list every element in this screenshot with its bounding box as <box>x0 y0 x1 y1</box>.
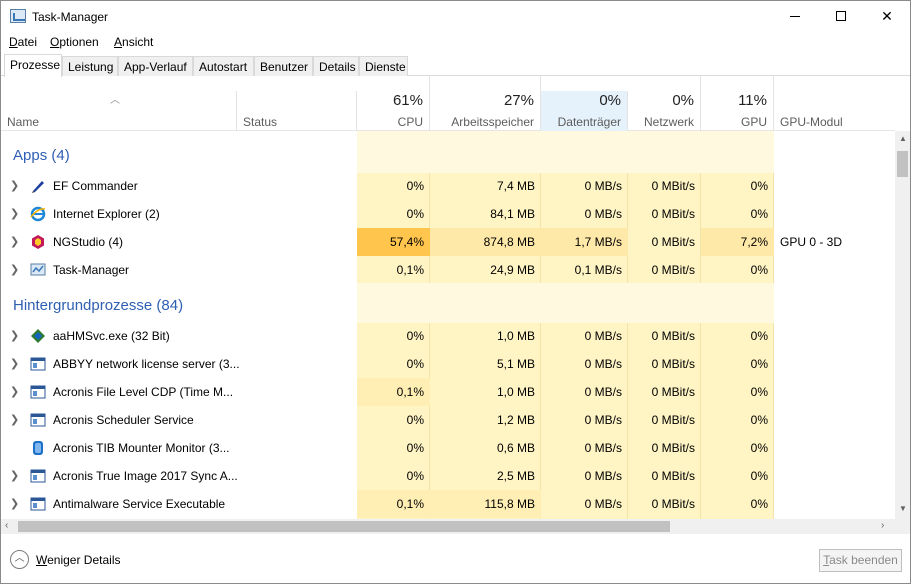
tab-benutzer[interactable]: Benutzer <box>254 56 313 76</box>
window-service-icon <box>30 469 46 483</box>
scroll-down-icon[interactable]: ▼ <box>899 504 907 513</box>
column-header-disk[interactable]: 0% Datenträger <box>541 91 628 131</box>
column-header-memory[interactable]: 27% Arbeitsspeicher <box>430 76 541 131</box>
table-row[interactable]: ❯ Acronis Scheduler Service 0% 1,2 MB 0 … <box>1 406 895 434</box>
table-row[interactable]: ❯ Acronis File Level CDP (Time M... 0,1%… <box>1 378 895 406</box>
column-header-network[interactable]: 0% Netzwerk <box>628 76 701 131</box>
vertical-scrollbar[interactable]: ▲ ▼ <box>895 131 910 519</box>
close-icon: ✕ <box>881 7 893 24</box>
window-title: Task-Manager <box>32 10 109 24</box>
task-manager-window: Task-Manager ✕ Datei Optionen Ansicht Pr… <box>0 0 911 584</box>
tab-bar: Prozesse Leistung App-Verlauf Autostart … <box>1 54 910 77</box>
chevron-right-icon[interactable]: ❯ <box>10 179 19 192</box>
chevron-right-icon[interactable]: ❯ <box>10 263 19 276</box>
tab-app-verlauf[interactable]: App-Verlauf <box>118 56 193 76</box>
acronis-disk-icon <box>33 441 43 455</box>
vertical-scroll-thumb[interactable] <box>897 151 908 177</box>
window-service-icon <box>30 497 46 511</box>
chevron-right-icon[interactable]: ❯ <box>10 497 19 510</box>
chevron-right-icon[interactable]: ❯ <box>10 207 19 220</box>
internet-explorer-icon <box>30 206 46 222</box>
table-header: ︿ Name Status 61% CPU 27% Arbeitsspeiche… <box>1 76 895 131</box>
table-row[interactable]: ❯ aaHMSvc.exe (32 Bit) 0% 1,0 MB 0 MB/s … <box>1 322 895 350</box>
scrollbar-corner <box>895 519 910 534</box>
process-table: ︿ Name Status 61% CPU 27% Arbeitsspeiche… <box>1 76 895 519</box>
horizontal-scroll-thumb[interactable] <box>18 521 670 532</box>
chevron-right-icon[interactable]: ❯ <box>10 385 19 398</box>
tab-prozesse[interactable]: Prozesse <box>4 54 62 77</box>
menu-ansicht[interactable]: Ansicht <box>114 35 153 49</box>
menu-bar: Datei Optionen Ansicht <box>1 32 910 52</box>
column-header-status[interactable]: Status <box>237 91 357 131</box>
footer: ︿ Weniger Details Task beenden <box>1 534 910 583</box>
chevron-right-icon[interactable]: ❯ <box>10 329 19 342</box>
scroll-left-icon[interactable]: ‹ <box>5 520 8 531</box>
window-service-icon <box>30 357 46 371</box>
horizontal-scrollbar[interactable]: ‹ › <box>1 519 895 534</box>
minimize-button[interactable] <box>772 1 818 31</box>
table-row[interactable]: ❯ NGStudio (4) 57,4% 874,8 MB 1,7 MB/s 0… <box>1 228 895 256</box>
group-apps[interactable]: Apps (4) <box>13 147 70 164</box>
window-service-icon <box>30 385 46 399</box>
background-group-bg <box>357 283 774 323</box>
tab-dienste[interactable]: Dienste <box>359 56 408 76</box>
chevron-up-circle-icon[interactable]: ︿ <box>10 550 29 569</box>
table-row[interactable]: Acronis TIB Mounter Monitor (3... 0% 0,6… <box>1 434 895 462</box>
tab-autostart[interactable]: Autostart <box>193 56 254 76</box>
column-header-name[interactable]: Name <box>1 91 237 131</box>
table-row[interactable]: ❯ Internet Explorer (2) 0% 84,1 MB 0 MB/… <box>1 200 895 228</box>
chevron-right-icon[interactable]: ❯ <box>10 235 19 248</box>
task-manager-app-icon <box>10 9 26 23</box>
chevron-right-icon[interactable]: ❯ <box>10 469 19 482</box>
menu-datei[interactable]: Datei <box>9 35 37 49</box>
chevron-right-icon[interactable]: ❯ <box>10 357 19 370</box>
title-bar: Task-Manager ✕ <box>1 1 910 31</box>
end-task-button[interactable]: Task beenden <box>819 549 902 572</box>
minimize-icon <box>790 15 800 17</box>
table-row[interactable]: ❯ ABBYY network license server (3... 0% … <box>1 350 895 378</box>
column-header-gpu[interactable]: 11% GPU <box>701 76 774 131</box>
chevron-right-icon[interactable]: ❯ <box>10 413 19 426</box>
apps-group-bg <box>357 131 774 173</box>
scroll-right-icon[interactable]: › <box>881 520 884 531</box>
service-diamond-icon <box>31 329 45 343</box>
tab-leistung[interactable]: Leistung <box>62 56 118 76</box>
table-row[interactable]: ❯ Task-Manager 0,1% 24,9 MB 0,1 MB/s 0 M… <box>1 256 895 284</box>
table-row[interactable]: ❯ Antimalware Service Executable 0,1% 11… <box>1 490 895 518</box>
close-button[interactable]: ✕ <box>864 1 910 31</box>
task-manager-icon <box>30 263 46 276</box>
ngstudio-icon <box>32 235 44 249</box>
fewer-details-link[interactable]: Weniger Details <box>36 553 120 567</box>
group-background[interactable]: Hintergrundprozesse (84) <box>13 297 183 314</box>
maximize-button[interactable] <box>818 1 864 31</box>
ef-commander-icon <box>32 181 44 193</box>
column-header-gpu-engine[interactable]: GPU-Modul <box>774 91 895 131</box>
window-service-icon <box>30 413 46 427</box>
tab-details[interactable]: Details <box>313 56 359 76</box>
maximize-icon <box>836 11 846 21</box>
scroll-up-icon[interactable]: ▲ <box>899 134 907 143</box>
menu-optionen[interactable]: Optionen <box>50 35 99 49</box>
table-row[interactable]: ❯ Acronis True Image 2017 Sync A... 0% 2… <box>1 462 895 490</box>
table-row[interactable]: ❯ EF Commander 0% 7,4 MB 0 MB/s 0 MBit/s… <box>1 172 895 200</box>
column-header-cpu[interactable]: 61% CPU <box>357 76 430 131</box>
